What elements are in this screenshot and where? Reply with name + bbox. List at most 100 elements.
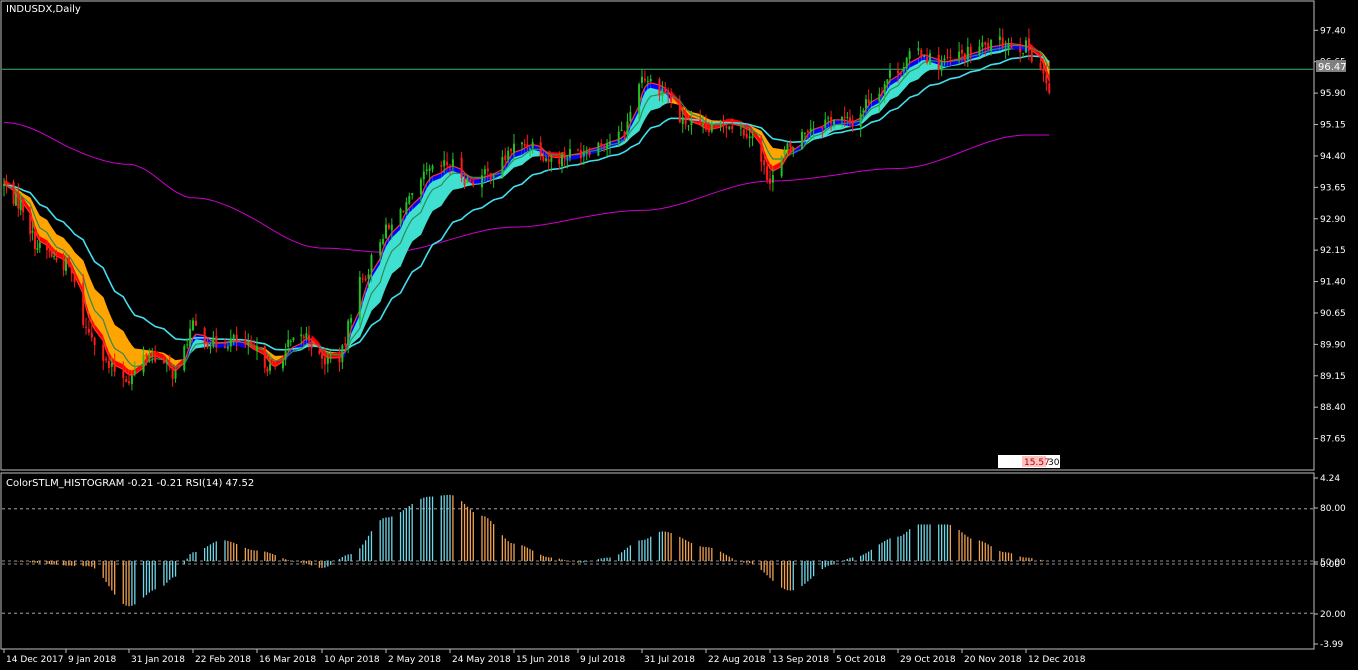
candle-body	[22, 198, 25, 213]
candle-body	[31, 230, 34, 233]
candle-body	[189, 328, 192, 347]
candle-body	[687, 125, 690, 127]
candle-body	[5, 183, 8, 185]
candle-body	[841, 117, 843, 121]
candle-body	[34, 231, 36, 250]
candle-body	[917, 48, 920, 51]
candle-body	[600, 143, 603, 147]
x-tick-label: 20 Nov 2018	[964, 655, 1022, 665]
candle-body	[154, 352, 157, 362]
candle-body	[521, 142, 523, 145]
candle-body	[82, 282, 85, 325]
candle-body	[998, 36, 1001, 41]
candle-body	[45, 242, 48, 251]
candle-body	[122, 370, 125, 379]
candle-body	[745, 133, 748, 138]
candle-body	[387, 224, 390, 229]
candle-body	[338, 357, 341, 363]
candle-body	[107, 360, 110, 368]
y-tick-label: 92.15	[1320, 246, 1346, 256]
candle-body	[513, 143, 515, 154]
y-tick-label: 89.15	[1320, 372, 1346, 382]
candle-body	[722, 123, 725, 126]
x-tick-label: 2 May 2018	[388, 655, 441, 665]
candle-body	[923, 55, 926, 58]
candle-body	[990, 39, 993, 52]
y-tick-label: 80.00	[1320, 504, 1346, 514]
candle-body	[321, 354, 323, 359]
candle-body	[789, 142, 792, 148]
candle-body	[579, 150, 582, 159]
candle-body	[830, 116, 833, 124]
candle-body	[310, 341, 313, 349]
candle-body	[547, 159, 550, 162]
x-tick-label: 22 Feb 2018	[195, 655, 251, 665]
y-tick-label: 89.90	[1320, 340, 1346, 350]
candle-body	[289, 340, 292, 342]
x-tick-label: 31 Jul 2018	[644, 655, 695, 665]
x-tick-label: 12 Dec 2018	[1028, 655, 1086, 665]
x-tick-label: 5 Oct 2018	[836, 655, 886, 665]
candle-body	[984, 42, 987, 45]
candle-body	[949, 57, 952, 59]
candle-body	[705, 122, 707, 130]
candle-body	[905, 57, 908, 69]
candle-body	[1001, 37, 1004, 48]
candle-body	[699, 119, 702, 124]
candle-body	[212, 337, 215, 347]
candle-body	[684, 116, 687, 125]
candle-body	[849, 117, 851, 123]
candle-body	[269, 364, 271, 371]
candle-body	[90, 332, 93, 338]
candle-body	[620, 129, 623, 131]
candle-body	[1010, 43, 1013, 48]
candle-body	[367, 274, 370, 279]
candle-body	[70, 267, 73, 274]
candle-body	[643, 78, 646, 81]
candle-body	[661, 88, 664, 96]
y-tick-label: 4.24	[1320, 474, 1340, 484]
candle-body	[224, 346, 226, 348]
candle-body	[667, 93, 670, 95]
x-tick-label: 13 Sep 2018	[772, 655, 829, 665]
candle-body	[408, 196, 411, 204]
main-chart-title: INDUSDX,Daily	[6, 4, 81, 15]
candle-body	[425, 169, 428, 171]
candle-body	[256, 346, 258, 352]
candle-body	[865, 99, 867, 109]
candle-body	[881, 92, 883, 94]
candle-body	[489, 173, 492, 180]
y-tick-label: 94.40	[1320, 152, 1346, 162]
candle-body	[151, 352, 154, 354]
candle-body	[133, 370, 136, 374]
indicator-panel: ColorSTLM_HISTOGRAM -0.21 -0.21 RSI(14) …	[0, 472, 1346, 650]
candle-body	[428, 168, 431, 171]
candle-body	[1030, 50, 1033, 62]
candle-body	[507, 150, 510, 160]
candle-body	[707, 128, 710, 133]
indicator-title: ColorSTLM_HISTOGRAM -0.21 -0.21 RSI(14) …	[6, 478, 254, 489]
candle-body	[165, 362, 168, 364]
candle-body	[803, 132, 806, 134]
candle-body	[1027, 38, 1030, 51]
candle-body	[577, 149, 579, 151]
y-tick-label: 90.65	[1320, 309, 1346, 319]
x-tick-label: 16 Mar 2018	[259, 655, 316, 665]
x-tick-label: 9 Jul 2018	[580, 655, 625, 665]
candle-body	[1022, 52, 1025, 54]
candle-body	[105, 358, 108, 361]
candle-body	[827, 117, 830, 119]
candle-body	[206, 342, 209, 348]
candle-body	[946, 57, 949, 59]
candle-body	[780, 156, 783, 177]
main-y-axis: 97.4096.6595.9095.1594.4093.6592.9092.15…	[1314, 26, 1346, 445]
candle-body	[629, 111, 632, 122]
candle-body	[271, 363, 274, 365]
candle-body	[463, 179, 466, 186]
y-tick-label: 95.90	[1320, 89, 1346, 99]
candle-body	[142, 355, 145, 373]
candle-body	[449, 166, 451, 168]
candle-body	[501, 157, 504, 177]
candle-body	[623, 131, 626, 137]
candle-body	[728, 126, 731, 130]
